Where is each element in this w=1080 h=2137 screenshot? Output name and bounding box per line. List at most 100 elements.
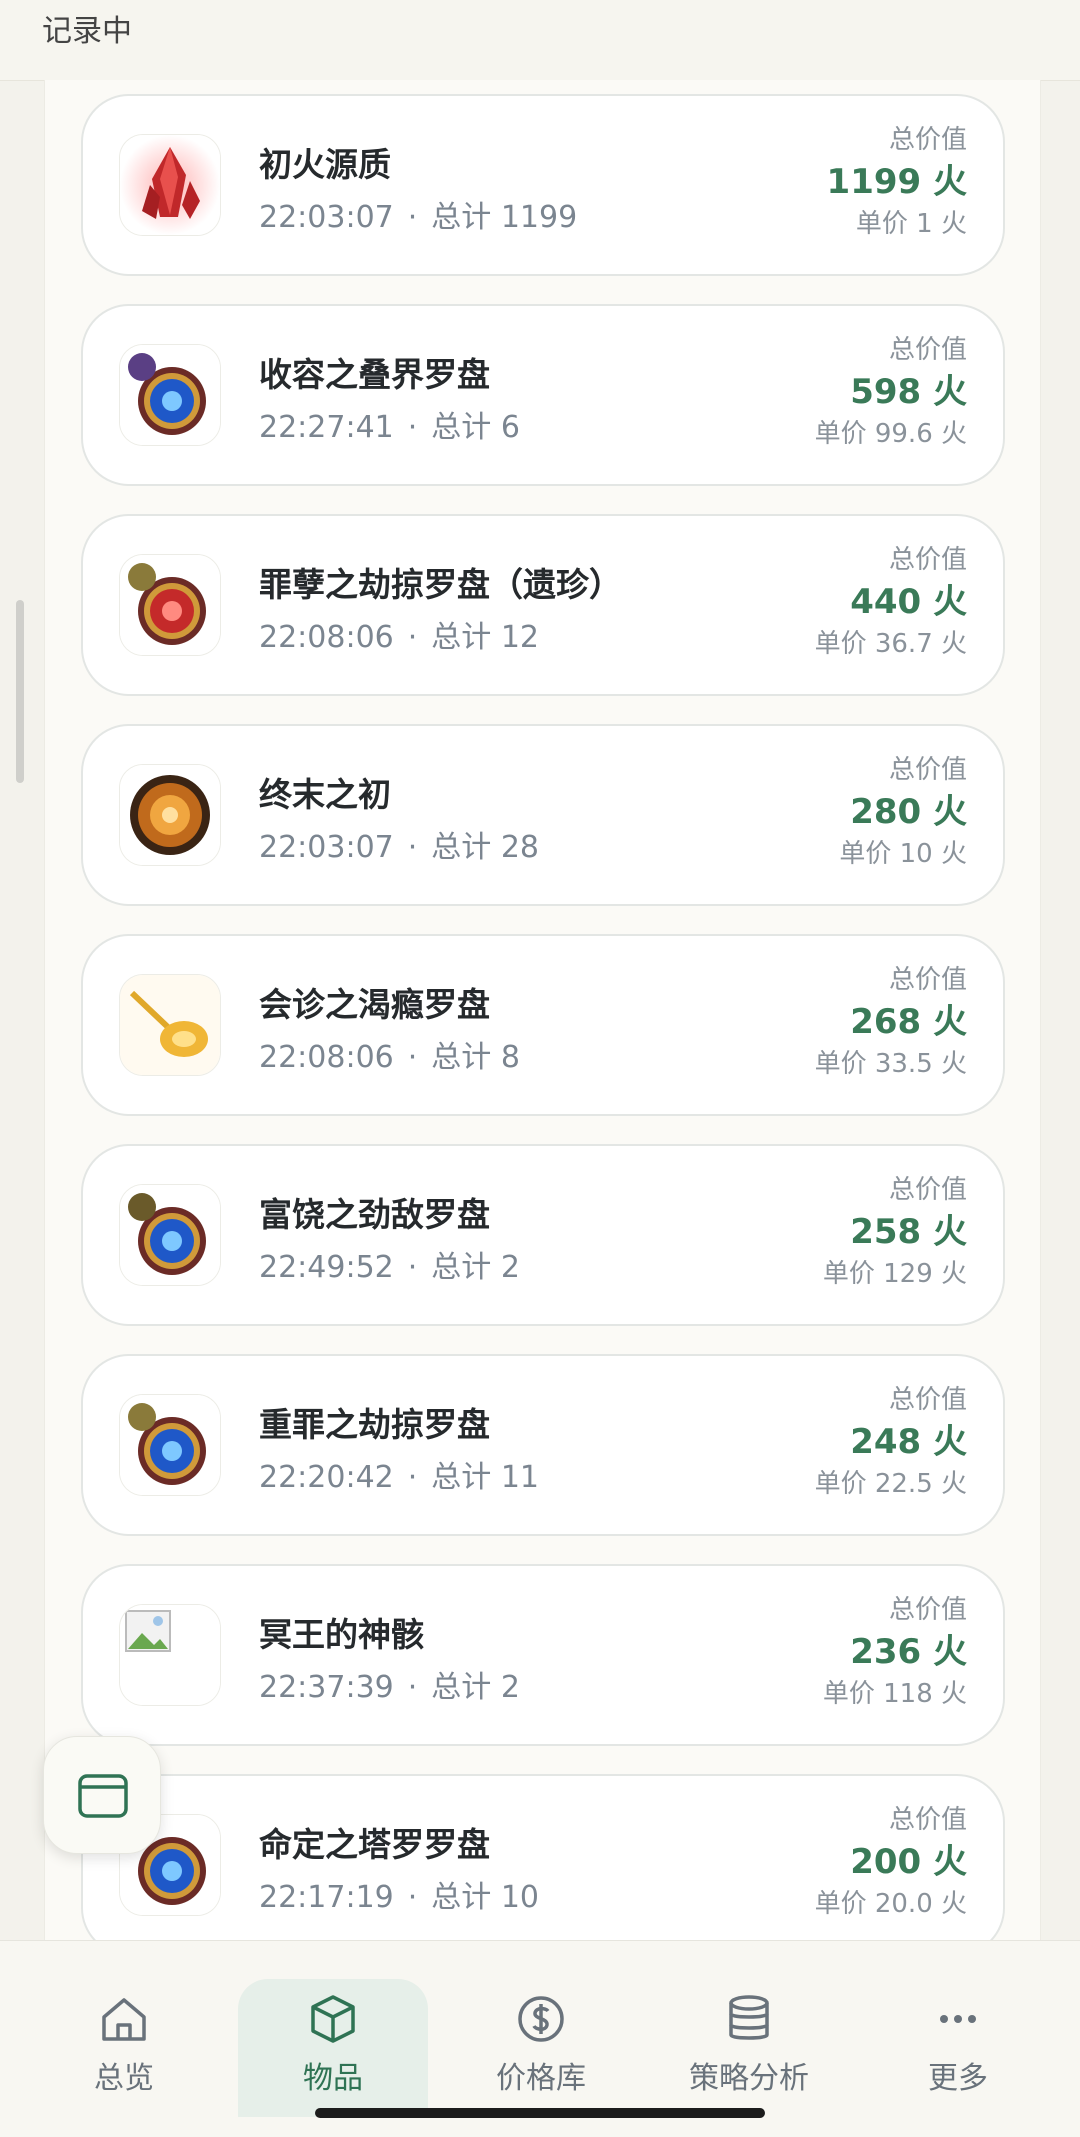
item-meta: 22:03:07 · 总计 28 bbox=[259, 822, 539, 866]
item-time: 22:27:41 bbox=[259, 410, 394, 445]
golden-key-icon bbox=[119, 974, 221, 1076]
unit-price: 单价 22.5 火 bbox=[814, 1469, 967, 1499]
item-value: 总价值 598 火 单价 99.6 火 bbox=[815, 332, 967, 452]
red-compass-icon bbox=[119, 554, 221, 656]
item-time: 22:37:39 bbox=[259, 1670, 394, 1705]
status-bar: 记录中 bbox=[0, 0, 1080, 81]
item-meta: 22:27:41 · 总计 6 bbox=[259, 402, 520, 446]
nav-label: 物品 bbox=[303, 2061, 363, 2096]
nav-tab-items[interactable]: 物品 bbox=[238, 1979, 428, 2117]
item-time: 22:08:06 bbox=[259, 1040, 394, 1075]
item-meta: 22:20:42 · 总计 11 bbox=[259, 1452, 539, 1496]
list-item[interactable]: 初火源质 22:03:07 · 总计 1199 总价值 1199 火 单价 1 火 bbox=[81, 94, 1005, 276]
item-time: 22:20:42 bbox=[259, 1460, 394, 1495]
separator-dot: · bbox=[407, 410, 418, 445]
items-panel: 初火源质 22:03:07 · 总计 1199 总价值 1199 火 单价 1 火 … bbox=[44, 80, 1041, 1940]
nav-label: 策略分析 bbox=[689, 2061, 809, 2096]
list-item[interactable]: 会诊之渴瘾罗盘 22:08:06 · 总计 8 总价值 268 火 单价 33.5 … bbox=[81, 934, 1005, 1116]
home-indicator bbox=[315, 2108, 765, 2118]
total-value-label: 总价值 bbox=[888, 755, 967, 785]
database-icon bbox=[729, 1995, 769, 2040]
separator-dot: · bbox=[407, 620, 418, 655]
item-list: 初火源质 22:03:07 · 总计 1199 总价值 1199 火 单价 1 火 … bbox=[81, 94, 1005, 1940]
scroll-indicator[interactable] bbox=[16, 600, 24, 783]
nav-tab-strategy-analysis[interactable]: 策略分析 bbox=[654, 1979, 844, 2117]
item-count: 总计 1199 bbox=[431, 200, 578, 235]
item-value: 总价值 200 火 单价 20.0 火 bbox=[815, 1802, 967, 1922]
separator-dot: · bbox=[407, 1670, 418, 1705]
item-value: 总价值 236 火 单价 118 火 bbox=[823, 1592, 967, 1712]
unit-price: 单价 1 火 bbox=[855, 209, 967, 239]
total-value-label: 总价值 bbox=[888, 1805, 967, 1835]
total-value: 248 火 bbox=[850, 1422, 967, 1462]
item-name: 初火源质 bbox=[259, 145, 391, 184]
nav-tab-price-library[interactable]: 价格库 bbox=[446, 1979, 636, 2117]
item-count: 总计 10 bbox=[431, 1880, 540, 1915]
item-time: 22:03:07 bbox=[259, 200, 394, 235]
nav-label: 价格库 bbox=[496, 2061, 586, 2096]
item-name: 会诊之渴瘾罗盘 bbox=[259, 985, 490, 1024]
floating-window-button[interactable] bbox=[43, 1736, 161, 1854]
unit-price: 单价 20.0 火 bbox=[814, 1889, 967, 1919]
item-name: 富饶之劲敌罗盘 bbox=[259, 1195, 490, 1234]
blue-compass-icon bbox=[119, 1394, 221, 1496]
item-time: 22:08:06 bbox=[259, 620, 394, 655]
item-count: 总计 12 bbox=[431, 620, 540, 655]
item-meta: 22:08:06 · 总计 12 bbox=[259, 612, 539, 656]
unit-price: 单价 99.6 火 bbox=[814, 419, 967, 449]
total-value: 268 火 bbox=[850, 1002, 967, 1042]
item-count: 总计 2 bbox=[431, 1670, 520, 1705]
item-meta: 22:49:52 · 总计 2 bbox=[259, 1242, 520, 1286]
blue-compass-icon bbox=[119, 1184, 221, 1286]
item-count: 总计 11 bbox=[431, 1460, 540, 1495]
item-count: 总计 6 bbox=[431, 410, 520, 445]
item-time: 22:49:52 bbox=[259, 1250, 394, 1285]
total-value-label: 总价值 bbox=[888, 1175, 967, 1205]
item-name: 重罪之劫掠罗盘 bbox=[259, 1405, 490, 1444]
unit-price: 单价 118 火 bbox=[822, 1679, 967, 1709]
total-value-label: 总价值 bbox=[888, 1595, 967, 1625]
broken-image-icon bbox=[119, 1604, 221, 1706]
total-value-label: 总价值 bbox=[888, 965, 967, 995]
nav-tab-more[interactable]: 更多 bbox=[863, 1979, 1053, 2117]
item-time: 22:03:07 bbox=[259, 830, 394, 865]
orange-orb-icon bbox=[119, 764, 221, 866]
item-meta: 22:37:39 · 总计 2 bbox=[259, 1662, 520, 1706]
total-value: 440 火 bbox=[850, 582, 967, 622]
window-icon bbox=[78, 1774, 128, 1818]
item-name: 终末之初 bbox=[259, 775, 391, 814]
total-value-label: 总价值 bbox=[888, 545, 967, 575]
list-item[interactable]: 重罪之劫掠罗盘 22:20:42 · 总计 11 总价值 248 火 单价 22.5… bbox=[81, 1354, 1005, 1536]
total-value-label: 总价值 bbox=[888, 1385, 967, 1415]
more-icon bbox=[940, 2015, 976, 2023]
item-count: 总计 2 bbox=[431, 1250, 520, 1285]
separator-dot: · bbox=[407, 1040, 418, 1075]
list-item[interactable]: 罪孽之劫掠罗盘（遗珍） 22:08:06 · 总计 12 总价值 440 火 单价 … bbox=[81, 514, 1005, 696]
list-item[interactable]: 命定之塔罗罗盘 22:17:19 · 总计 10 总价值 200 火 单价 20.0… bbox=[81, 1774, 1005, 1940]
blue-compass-icon bbox=[119, 344, 221, 446]
total-value-label: 总价值 bbox=[888, 335, 967, 365]
unit-price: 单价 36.7 火 bbox=[814, 629, 967, 659]
item-value: 总价值 1199 火 单价 1 火 bbox=[827, 122, 967, 242]
unit-price: 单价 10 火 bbox=[839, 839, 967, 869]
list-item[interactable]: 收容之叠界罗盘 22:27:41 · 总计 6 总价值 598 火 单价 99.6 … bbox=[81, 304, 1005, 486]
nav-tab-overview[interactable]: 总览 bbox=[29, 1979, 219, 2117]
list-item[interactable]: 富饶之劲敌罗盘 22:49:52 · 总计 2 总价值 258 火 单价 129 火 bbox=[81, 1144, 1005, 1326]
total-value: 280 火 bbox=[850, 792, 967, 832]
unit-price: 单价 129 火 bbox=[822, 1259, 967, 1289]
item-name: 收容之叠界罗盘 bbox=[259, 355, 490, 394]
total-value: 200 火 bbox=[850, 1842, 967, 1882]
separator-dot: · bbox=[407, 200, 418, 235]
item-meta: 22:17:19 · 总计 10 bbox=[259, 1872, 539, 1916]
item-name: 冥王的神骸 bbox=[259, 1615, 424, 1654]
total-value: 1199 火 bbox=[826, 162, 967, 202]
item-meta: 22:08:06 · 总计 8 bbox=[259, 1032, 520, 1076]
item-meta: 22:03:07 · 总计 1199 bbox=[259, 192, 577, 236]
list-item[interactable]: 冥王的神骸 22:37:39 · 总计 2 总价值 236 火 单价 118 火 bbox=[81, 1564, 1005, 1746]
dollar-icon bbox=[518, 1996, 564, 2042]
item-count: 总计 28 bbox=[431, 830, 540, 865]
nav-label: 总览 bbox=[94, 2061, 154, 2096]
item-count: 总计 8 bbox=[431, 1040, 520, 1075]
list-item[interactable]: 终末之初 22:03:07 · 总计 28 总价值 280 火 单价 10 火 bbox=[81, 724, 1005, 906]
separator-dot: · bbox=[407, 830, 418, 865]
